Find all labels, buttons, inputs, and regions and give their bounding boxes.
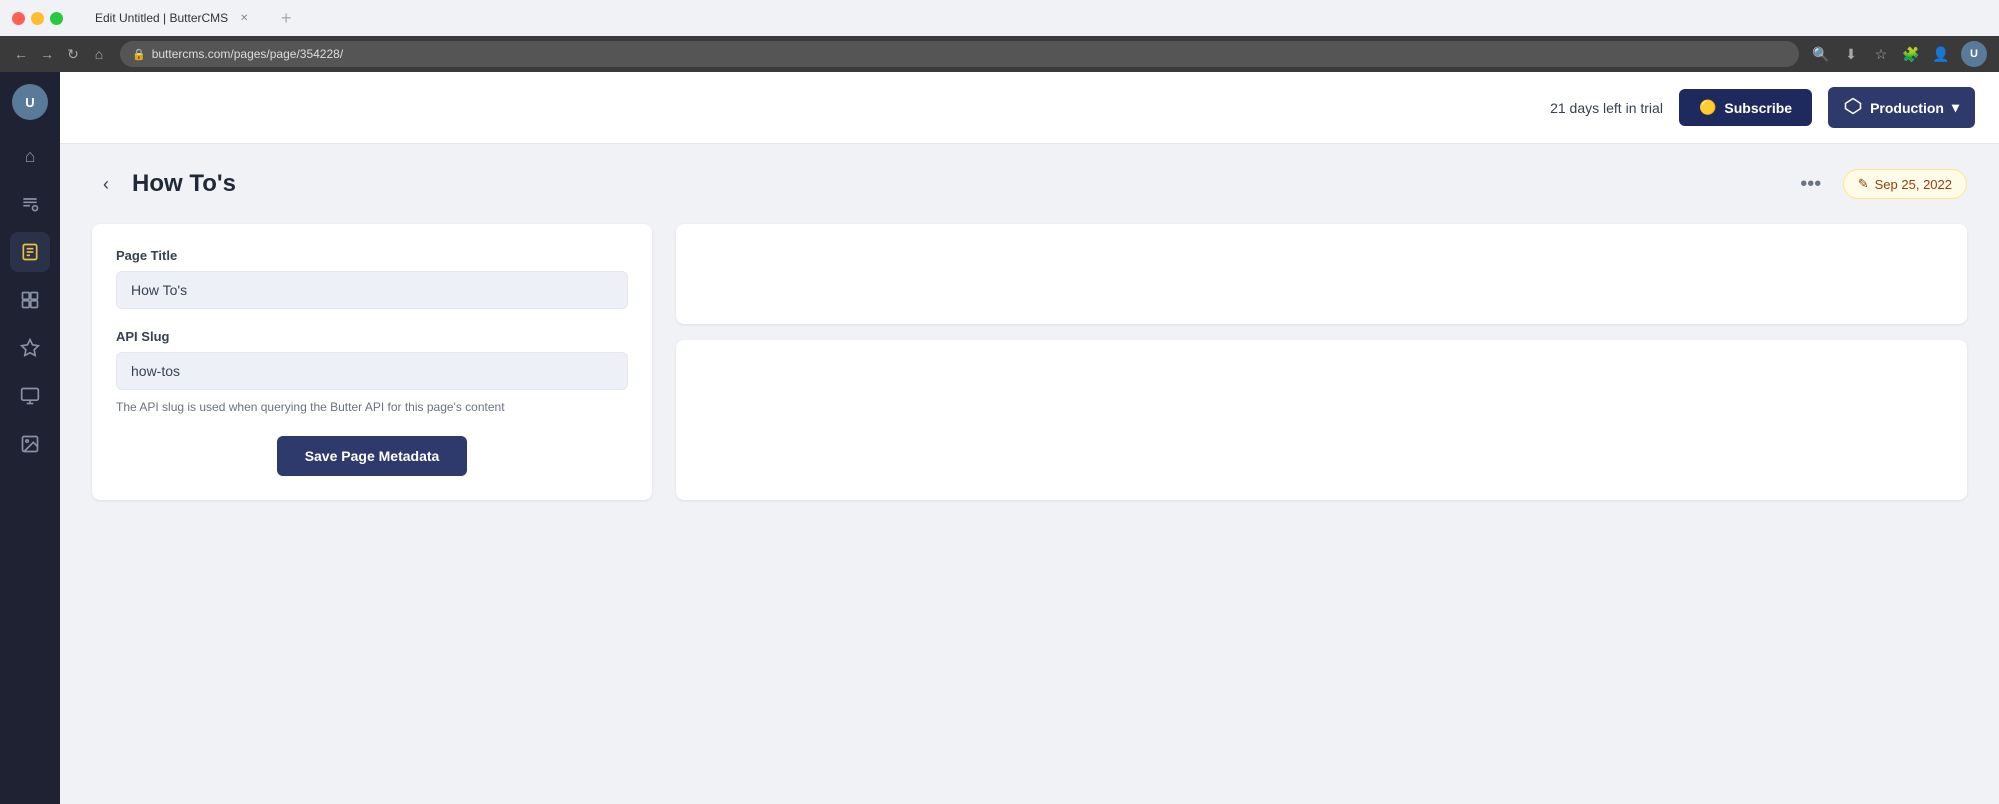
forward-nav-button[interactable]: → (38, 45, 56, 63)
lock-icon: 🔒 (132, 48, 146, 61)
sidebar-item-pages[interactable] (10, 232, 50, 272)
page-title: How To's (132, 170, 236, 198)
form-container: Page Title API Slug The API slug is used… (92, 224, 1967, 500)
subscribe-icon: 🟡 (1699, 99, 1716, 116)
new-tab-button[interactable]: + (272, 4, 300, 32)
search-icon[interactable]: 🔍 (1811, 44, 1831, 64)
url-text: buttercms.com/pages/page/354228/ (152, 47, 343, 61)
sidebar: U ⌂ (0, 72, 60, 804)
sidebar-item-media[interactable] (10, 328, 50, 368)
sidebar-item-feed[interactable] (10, 184, 50, 224)
back-button[interactable]: ‹ (92, 170, 120, 198)
main-content: 21 days left in trial 🟡 Subscribe Produc… (60, 72, 1999, 804)
page-header: ‹ How To's ••• ✎ Sep 25, 2022 (92, 168, 1967, 200)
nav-buttons: ← → ↻ ⌂ (12, 45, 108, 63)
bookmark-icon[interactable]: ☆ (1871, 44, 1891, 64)
api-slug-input[interactable] (116, 352, 628, 390)
address-bar[interactable]: 🔒 buttercms.com/pages/page/354228/ (120, 41, 1799, 67)
browser-tabs: Edit Untitled | ButterCMS ✕ + (79, 2, 1987, 34)
page-title-label: Page Title (116, 248, 628, 263)
header-bar: 21 days left in trial 🟡 Subscribe Produc… (60, 72, 1999, 144)
tab-title: Edit Untitled | ButterCMS (95, 11, 228, 25)
profile-icon[interactable]: 👤 (1931, 44, 1951, 64)
browser-actions: 🔍 ⬇ ☆ 🧩 👤 U (1811, 41, 1987, 67)
environment-icon (1844, 97, 1862, 118)
maximize-button[interactable] (50, 12, 63, 25)
trial-text: 21 days left in trial (1550, 100, 1663, 116)
right-panel-bottom (676, 340, 1967, 500)
chevron-down-icon: ▾ (1952, 99, 1959, 116)
app-layout: U ⌂ (0, 72, 1999, 804)
production-button[interactable]: Production ▾ (1828, 87, 1975, 128)
subscribe-label: Subscribe (1724, 100, 1792, 116)
reload-button[interactable]: ↻ (64, 45, 82, 63)
sidebar-item-home[interactable]: ⌂ (10, 136, 50, 176)
browser-avatar[interactable]: U (1961, 41, 1987, 67)
metadata-card: Page Title API Slug The API slug is used… (92, 224, 652, 500)
api-slug-hint: The API slug is used when querying the B… (116, 398, 628, 416)
right-panels (676, 224, 1967, 500)
production-label: Production (1870, 100, 1944, 116)
minimize-button[interactable] (31, 12, 44, 25)
sidebar-item-settings[interactable] (10, 376, 50, 416)
subscribe-button[interactable]: 🟡 Subscribe (1679, 89, 1812, 126)
extension-icon[interactable]: 🧩 (1901, 44, 1921, 64)
traffic-lights (12, 12, 63, 25)
more-options-button[interactable]: ••• (1795, 168, 1827, 200)
date-text: Sep 25, 2022 (1875, 177, 1952, 192)
sidebar-item-components[interactable] (10, 280, 50, 320)
home-nav-button[interactable]: ⌂ (90, 45, 108, 63)
date-badge: ✎ Sep 25, 2022 (1843, 169, 1967, 199)
page-header-left: ‹ How To's (92, 170, 236, 198)
api-slug-label: API Slug (116, 329, 628, 344)
page-content: ‹ How To's ••• ✎ Sep 25, 2022 Page Title… (60, 144, 1999, 804)
active-tab[interactable]: Edit Untitled | ButterCMS ✕ (79, 2, 268, 34)
download-icon[interactable]: ⬇ (1841, 44, 1861, 64)
edit-icon: ✎ (1858, 176, 1869, 192)
user-avatar[interactable]: U (12, 84, 48, 120)
sidebar-item-gallery[interactable] (10, 424, 50, 464)
browser-chrome: Edit Untitled | ButterCMS ✕ + ← → ↻ ⌂ 🔒 … (0, 0, 1999, 72)
right-panel-top (676, 224, 1967, 324)
page-title-input[interactable] (116, 271, 628, 309)
browser-titlebar: Edit Untitled | ButterCMS ✕ + (0, 0, 1999, 36)
close-button[interactable] (12, 12, 25, 25)
save-metadata-button[interactable]: Save Page Metadata (277, 436, 468, 476)
page-header-right: ••• ✎ Sep 25, 2022 (1795, 168, 1967, 200)
tab-close-button[interactable]: ✕ (236, 10, 252, 26)
back-nav-button[interactable]: ← (12, 45, 30, 63)
browser-addressbar: ← → ↻ ⌂ 🔒 buttercms.com/pages/page/35422… (0, 36, 1999, 72)
